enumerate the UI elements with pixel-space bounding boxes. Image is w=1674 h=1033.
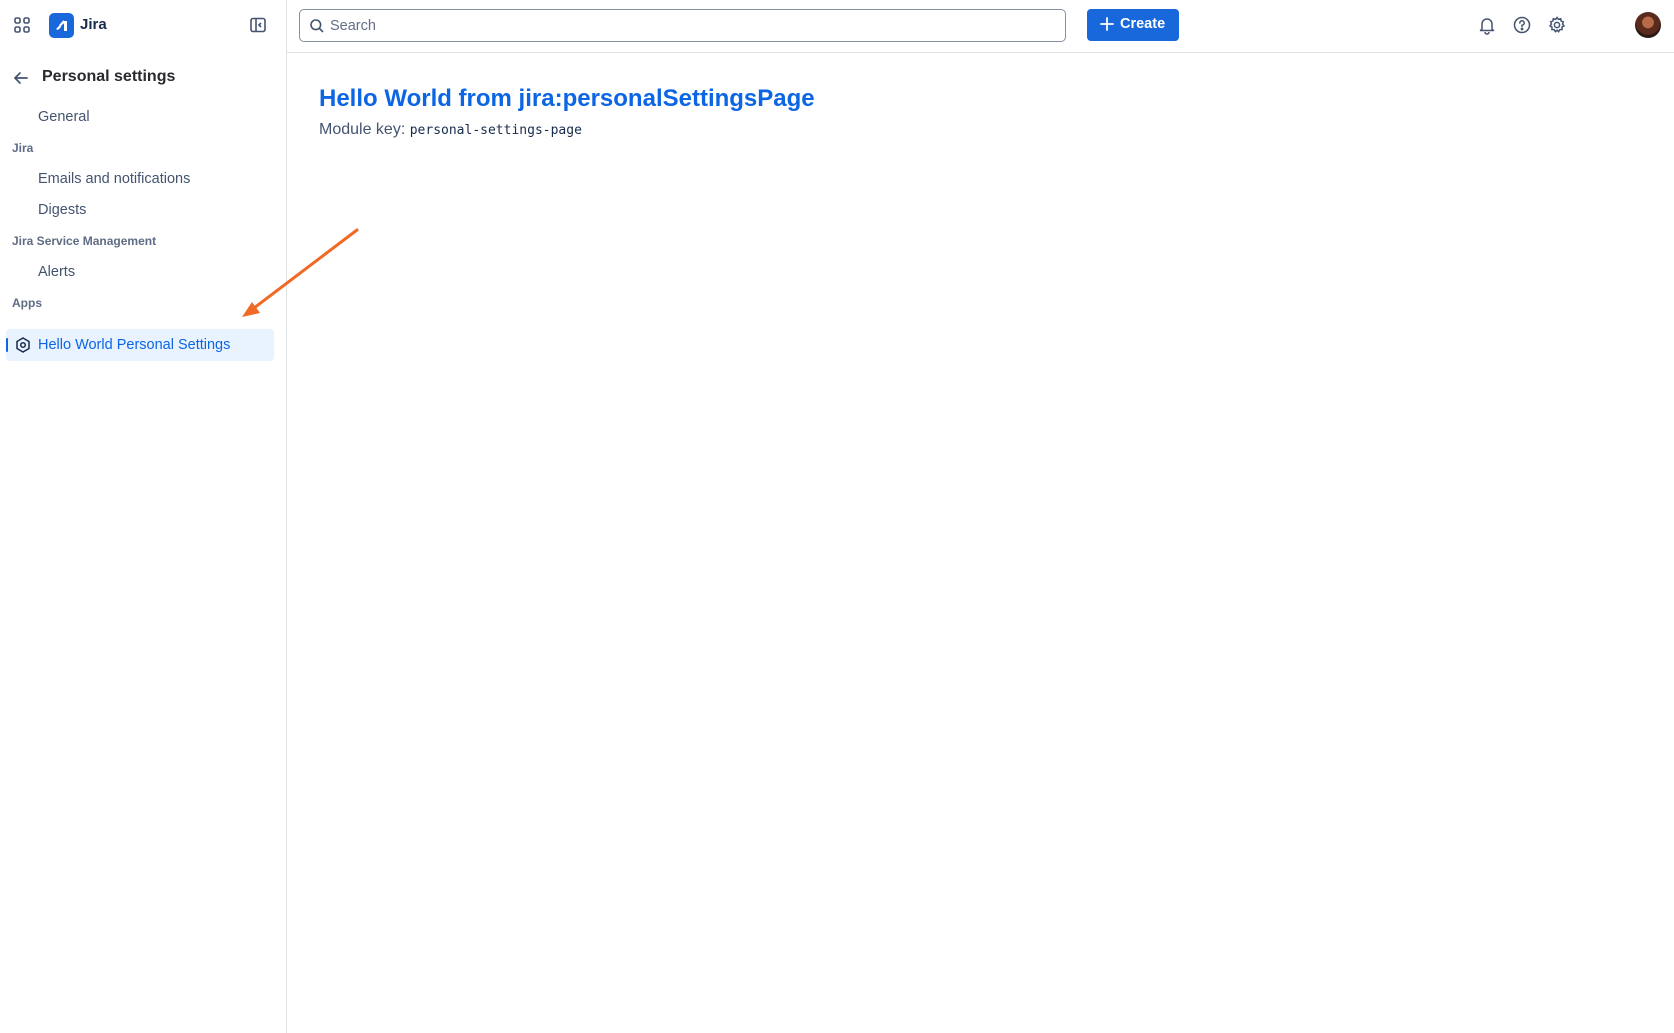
sidebar-item-emails-notifications[interactable]: Emails and notifications xyxy=(0,163,287,195)
annotation-arrow-icon xyxy=(242,228,359,317)
collapse-sidebar-icon[interactable] xyxy=(248,15,268,35)
app-hexagon-icon xyxy=(14,336,32,354)
settings-gear-icon[interactable] xyxy=(1547,15,1567,35)
top-navigation: Create xyxy=(287,0,1674,53)
bell-icon[interactable] xyxy=(1477,15,1497,35)
sidebar-item-digests[interactable]: Digests xyxy=(0,194,287,226)
search-input[interactable] xyxy=(330,11,1050,40)
create-button-label: Create xyxy=(1120,16,1166,32)
section-title-jsm: Jira Service Management xyxy=(12,234,157,248)
plus-icon xyxy=(1099,16,1115,32)
sidebar-item-label: Alerts xyxy=(38,264,76,280)
sidebar-title: Personal settings xyxy=(42,68,176,85)
help-icon[interactable] xyxy=(1512,15,1532,35)
sidebar: Jira Personal settings General Jira Emai… xyxy=(0,0,287,1033)
back-to-settings[interactable]: Personal settings xyxy=(0,64,287,92)
section-title-jira: Jira xyxy=(12,141,34,155)
module-key-label: Module key: xyxy=(319,121,406,138)
search-icon xyxy=(309,18,325,34)
sidebar-header: Jira xyxy=(0,0,287,50)
active-indicator xyxy=(6,338,8,352)
sidebar-item-hello-world-personal-settings[interactable]: Hello World Personal Settings xyxy=(6,329,274,361)
jira-logo-icon[interactable] xyxy=(49,13,74,38)
main-content: Hello World from jira:personalSettingsPa… xyxy=(287,53,1674,1033)
back-arrow-icon[interactable] xyxy=(12,69,30,87)
sidebar-item-label: General xyxy=(38,109,90,125)
avatar[interactable] xyxy=(1635,12,1661,38)
module-key-value: personal-settings-page xyxy=(409,123,582,138)
search-box[interactable] xyxy=(299,9,1066,42)
app-switcher-icon[interactable] xyxy=(12,15,32,35)
sidebar-item-label: Emails and notifications xyxy=(38,171,191,187)
sidebar-item-label: Digests xyxy=(38,202,87,218)
page-title: Hello World from jira:personalSettingsPa… xyxy=(319,85,815,112)
module-key-line: Module key: personal-settings-page xyxy=(319,121,582,139)
sidebar-item-label: Hello World Personal Settings xyxy=(38,337,231,353)
app-name[interactable]: Jira xyxy=(80,16,107,33)
sidebar-item-general[interactable]: General xyxy=(0,101,287,133)
create-button[interactable]: Create xyxy=(1087,9,1179,41)
section-title-apps: Apps xyxy=(12,296,42,310)
